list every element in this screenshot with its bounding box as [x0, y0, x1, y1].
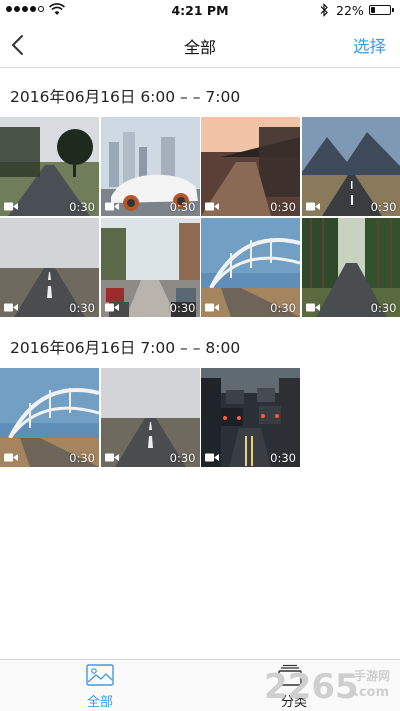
bluetooth-icon [320, 3, 328, 17]
video-thumbnail[interactable]: 0:30 [301, 117, 400, 216]
tab-category[interactable]: 分类 [200, 660, 400, 711]
video-duration: 0:30 [69, 200, 95, 214]
video-camera-icon [205, 453, 219, 462]
navigation-bar: 全部 选择 [0, 22, 400, 68]
video-duration: 0:30 [270, 451, 296, 465]
video-camera-icon [104, 303, 119, 312]
video-thumbnail[interactable]: 0:30 [0, 218, 99, 317]
video-duration: 0:30 [270, 301, 296, 315]
video-duration: 0:30 [169, 301, 196, 315]
video-duration: 0:30 [270, 200, 296, 214]
video-thumbnail[interactable]: 0:30 [0, 117, 99, 216]
tab-all[interactable]: 全部 [0, 660, 200, 711]
video-camera-icon [4, 303, 18, 312]
video-grid: 0:30 0:30 [0, 117, 400, 319]
video-camera-icon [305, 202, 320, 211]
video-thumbnail[interactable]: 0:30 [100, 368, 200, 467]
video-duration: 0:30 [370, 200, 397, 214]
video-camera-icon [4, 202, 18, 211]
video-thumbnail[interactable]: 0:30 [100, 218, 200, 317]
video-camera-icon [104, 453, 119, 462]
select-button[interactable]: 选择 [353, 33, 386, 57]
group-header: 2016年06月16日 6:00 – – 7:00 [10, 88, 241, 106]
video-thumbnail[interactable]: 0:30 [201, 117, 300, 216]
page-title: 全部 [183, 38, 216, 57]
battery-icon [369, 5, 394, 15]
tab-label: 分类 [280, 695, 307, 710]
image-icon [86, 664, 114, 686]
video-camera-icon [205, 202, 219, 211]
video-thumbnail[interactable]: 0:30 [100, 117, 200, 216]
video-thumbnail[interactable]: 0:30 [301, 218, 400, 317]
tab-label: 全部 [86, 695, 113, 710]
video-camera-icon [205, 303, 219, 312]
video-grid: 0:30 0:30 [0, 368, 400, 469]
video-thumbnail[interactable]: 0:30 [0, 368, 99, 467]
video-camera-icon [305, 303, 320, 312]
category-icon [278, 664, 302, 686]
battery-percent: 22% [336, 3, 364, 18]
video-duration: 0:30 [370, 301, 397, 315]
video-duration: 0:30 [169, 451, 196, 465]
status-bar: 4:21 PM 22% [0, 0, 400, 22]
group-header: 2016年06月16日 7:00 – – 8:00 [10, 339, 241, 357]
video-duration: 0:30 [69, 451, 95, 465]
video-thumbnail[interactable]: 0:30 [201, 368, 300, 467]
video-camera-icon [4, 453, 18, 462]
video-camera-icon [104, 202, 119, 211]
video-duration: 0:30 [69, 301, 95, 315]
battery-level [371, 7, 375, 13]
video-thumbnail[interactable]: 0:30 [201, 218, 300, 317]
video-duration: 0:30 [169, 200, 196, 214]
tab-bar: 全部 分类 [0, 659, 400, 711]
